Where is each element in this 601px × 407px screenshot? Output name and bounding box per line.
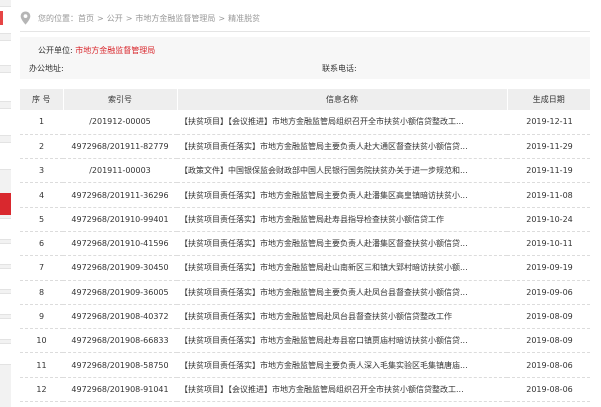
row-title-link[interactable]: 【扶贫项目责任落实】市地方金融监管局主要负责人赴潘集区督查扶贫小额信贷... [177,231,507,257]
table-row[interactable]: 9 4972968/201908-40372 【扶贫项目责任落实】市地方金融监管局赴… [20,304,590,330]
row-date: 2019-08-09 [507,328,590,354]
table-row[interactable]: 10 4972968/201908-66833 【扶贫项目责任落实】市地方金融监管局… [20,328,590,354]
publisher-unit-label: 公开单位: [38,46,73,55]
sidebar-item[interactable] [0,108,11,136]
sidebar-item[interactable] [0,343,11,365]
location-pin-icon [20,11,31,25]
office-address-label: 办公地址: [29,64,64,73]
table-row[interactable]: 12 4972968/201908-91041 【扶贫项目】【会议推进】市地方金融监… [20,377,590,403]
sidebar-item[interactable] [0,72,11,102]
row-number: 3 [20,158,63,184]
row-date: 2019-10-11 [507,231,590,257]
info-list-table: 序 号 索引号 信息名称 生成日期 1/201912-00005 【扶贫项目】【会… [20,89,590,403]
sidebar-item[interactable] [0,318,11,340]
row-index-number: 4972968/201911-36296 [63,182,177,208]
row-title-link[interactable]: 【扶贫项目责任落实】市地方金融监管局赴山南新区三和镇大郢村暗访扶贫小额... [177,255,507,281]
row-index-number: /201911-00003 [63,158,177,184]
publisher-info-panel: 公开单位: 市地方金融监督管理局 办公地址: 联系电话: [20,37,590,79]
row-index-number: 4972968/201911-82779 [63,134,177,160]
breadcrumb-bureau-link[interactable]: 市地方金融监督管理局 [135,13,215,24]
breadcrumb-public-link[interactable]: 公开 [107,13,123,24]
breadcrumb-prefix: 您的位置： [38,13,78,23]
sidebar-item[interactable] [0,293,11,315]
sidebar-item[interactable] [0,218,11,240]
breadcrumb-separator: > [97,13,104,23]
row-index-number: 4972968/201910-99401 [63,207,177,232]
breadcrumb-current[interactable]: 精准脱贫 [228,13,260,24]
table-row[interactable]: 5 4972968/201910-99401 【扶贫项目责任落实】市地方金融监管局赴… [20,207,590,232]
sidebar-active-item[interactable] [0,193,11,215]
row-date: 2019-11-29 [507,134,590,160]
row-date: 2019-08-09 [507,304,590,330]
breadcrumb-separator: > [125,13,133,23]
sidebar-item[interactable] [0,268,11,290]
office-address: 办公地址: [29,63,64,74]
row-number: 2 [20,134,63,160]
table-row[interactable]: 6 4972968/201910-41596 【扶贫项目责任落实】市地方金融监管局主… [20,231,590,257]
row-title-link[interactable]: 【政策文件】中国银保监会财政部中国人民银行国务院扶贫办关于进一步规范和... [177,158,507,184]
row-title-link[interactable]: 【扶贫项目责任落实】市地方金融监管局赴寿县窑口镇贾庙村暗访扶贫小额信贷... [177,328,507,354]
row-index-number: 4972968/201908-58750 [63,352,177,378]
breadcrumb: 您的位置： 首页 > 公开 > 市地方金融监督管理局 > 精准脱贫 [20,10,260,26]
row-title-link[interactable]: 【扶贫项目】【会议推进】市地方金融监管局组织召开全市扶贫小额信贷整改工... [177,110,507,135]
row-number: 5 [20,207,63,232]
row-number: 12 [20,377,63,403]
column-header-index: 索引号 [63,89,178,110]
table-row[interactable]: 7 4972968/201909-30450 【扶贫项目责任落实】市地方金融监管局赴… [20,255,590,281]
row-index-number: 4972968/201908-40372 [63,304,177,330]
row-title-link[interactable]: 【扶贫项目责任落实】市地方金融监管局主要负责人赴大通区督查扶贫小额信贷... [177,134,507,160]
table-header-row: 序 号 索引号 信息名称 生成日期 [20,89,590,110]
row-date: 2019-12-11 [507,110,590,135]
row-number: 4 [20,182,63,208]
row-date: 2019-11-19 [507,158,590,184]
sidebar-item[interactable] [0,142,11,170]
table-row[interactable]: 2 4972968/201911-82779 【扶贫项目责任落实】市地方金融监管局主… [20,134,590,160]
main-content: 您的位置： 首页 > 公开 > 市地方金融监督管理局 > 精准脱贫 公开单位: … [20,0,590,407]
sidebar-item[interactable] [0,40,11,66]
row-title-link[interactable]: 【扶贫项目责任落实】市地方金融监管局主要负责人深入毛集实验区毛集镇唐庙... [177,352,507,378]
publisher-unit: 公开单位: 市地方金融监督管理局 [38,45,155,56]
row-title-link[interactable]: 【扶贫项目责任落实】市地方金融监管局主要负责人赴潘集区高皇镇暗访扶贫小... [177,182,507,208]
table-row[interactable]: 8 4972968/201909-36005 【扶贫项目责任落实】市地方金融监管局主… [20,280,590,305]
row-index-number: 4972968/201908-66833 [63,328,177,354]
breadcrumb-divider [20,31,590,32]
breadcrumb-home-link[interactable]: 首页 [78,13,94,24]
row-index-number: 4972968/201909-30450 [63,255,177,281]
left-sidebar [0,0,11,407]
contact-phone-label: 联系电话: [322,64,357,73]
contact-phone: 联系电话: [322,63,357,74]
row-title-link[interactable]: 【扶贫项目责任落实】市地方金融监管局赴凤台县督查扶贫小额信贷整改工作 [177,304,507,330]
column-header-title: 信息名称 [177,89,508,110]
table-row[interactable]: 1/201912-00005 【扶贫项目】【会议推进】市地方金融监管局组织召开全市… [20,110,590,135]
sidebar-active-marker [0,11,3,25]
row-index-number: 4972968/201910-41596 [63,231,177,257]
row-date: 2019-08-06 [507,352,590,378]
row-index-number: /201912-00005 [63,110,177,135]
row-title-link[interactable]: 【扶贫项目责任落实】市地方金融监管局赴寿县指导检查扶贫小额信贷工作 [177,207,507,232]
table-row[interactable]: 3/201911-00003 【政策文件】中国银保监会财政部中国人民银行国务院扶贫… [20,158,590,184]
row-date: 2019-09-19 [507,255,590,281]
row-index-number: 4972968/201908-91041 [63,377,177,403]
row-number: 10 [20,328,63,354]
row-date: 2019-10-24 [507,207,590,232]
row-number: 8 [20,280,63,305]
row-number: 6 [20,231,63,257]
table-row[interactable]: 4 4972968/201911-36296 【扶贫项目责任落实】市地方金融监管局主… [20,182,590,208]
publisher-unit-value: 市地方金融监督管理局 [75,46,156,55]
row-title-link[interactable]: 【扶贫项目责任落实】市地方金融监管局主要负责人赴凤台县督查扶贫小额信贷... [177,280,507,305]
row-number: 7 [20,255,63,281]
row-date: 2019-08-06 [507,377,590,403]
row-number: 9 [20,304,63,330]
breadcrumb-separator: > [218,13,226,23]
table-row[interactable]: 11 4972968/201908-58750 【扶贫项目责任落实】市地方金融监管局… [20,352,590,378]
row-number: 11 [20,352,63,378]
row-title-link[interactable]: 【扶贫项目】【会议推进】市地方金融监管局组织召开全市扶贫小额信贷整改工... [177,377,507,403]
row-index-number: 4972968/201909-36005 [63,280,177,305]
sidebar-item[interactable] [0,243,11,265]
column-header-date: 生成日期 [507,89,590,110]
row-date: 2019-11-08 [507,182,590,208]
row-date: 2019-09-06 [507,280,590,305]
row-number: 1 [20,110,63,135]
column-header-number: 序 号 [20,89,64,110]
